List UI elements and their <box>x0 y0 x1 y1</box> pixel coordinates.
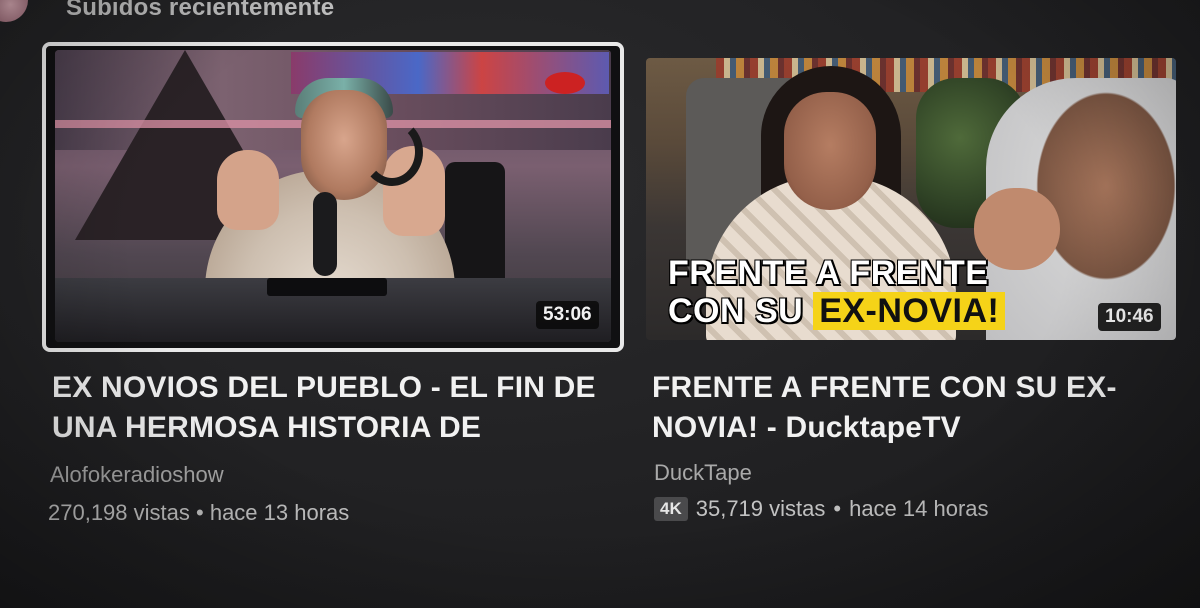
shelf-title: Subidos recientemente <box>66 0 335 21</box>
duration-badge: 53:06 <box>536 301 599 329</box>
channel-name[interactable]: DuckTape <box>654 460 752 486</box>
tv-screen: Subidos recientemente 53:06 EX NOVIOS DE… <box>0 0 1200 608</box>
video-thumbnail[interactable]: FRENTE A FRENTE CON SU EX-NOVIA! <box>646 58 1176 340</box>
thumbnail-caption-line1: FRENTE A FRENTE <box>668 254 989 292</box>
video-title[interactable]: EX NOVIOS DEL PUEBLO - EL FIN DE UNA HER… <box>52 368 612 448</box>
video-title[interactable]: FRENTE A FRENTE CON SU EX-NOVIA! - Duckt… <box>652 368 1172 448</box>
view-count: 35,719 vistas <box>695 496 826 521</box>
headphones <box>361 118 423 186</box>
video-thumbnail[interactable] <box>55 50 611 342</box>
thumbnail-caption-line2: CON SU EX-NOVIA! <box>668 292 1006 331</box>
microphone <box>313 192 337 276</box>
upload-age: hace 13 horas <box>209 500 350 525</box>
video-meta: 4K 35,719 vistas • hace 14 horas <box>654 496 989 522</box>
mic-label <box>267 278 387 296</box>
host-hand-left <box>217 150 279 230</box>
channel-avatar[interactable] <box>0 0 28 22</box>
view-count: 270,198 vistas <box>48 500 190 525</box>
video-meta: 270,198 vistas • hace 13 horas <box>48 500 349 526</box>
channel-name[interactable]: Alofokeradioshow <box>50 462 224 488</box>
guest-face <box>784 92 876 210</box>
meta-separator: • <box>196 500 204 525</box>
meta-separator: • <box>833 496 842 521</box>
upload-age: hace 14 horas <box>849 496 989 521</box>
caption-prefix: CON SU <box>668 292 804 330</box>
quality-badge-4k: 4K <box>654 497 688 521</box>
studio-logo <box>545 72 585 94</box>
caption-highlight: EX-NOVIA! <box>813 292 1006 330</box>
duration-badge: 10:46 <box>1098 303 1161 331</box>
